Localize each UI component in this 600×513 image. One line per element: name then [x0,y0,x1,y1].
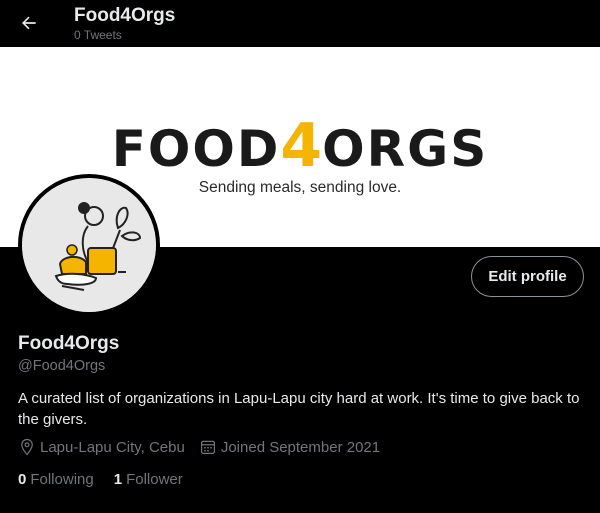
avatar-illustration [22,178,156,312]
banner-logo-right: ORGS [322,120,489,178]
location-pin-icon [21,438,33,456]
location-text: Lapu-Lapu City, Cebu [40,438,185,456]
banner-logo-left: FOOD [111,120,281,178]
joined: Joined September 2021 [199,438,380,456]
calendar-icon [200,440,215,454]
header-title: Food4Orgs [74,5,176,26]
avatar[interactable] [18,174,160,316]
back-button[interactable] [12,6,46,40]
following-count: 0 [18,471,27,488]
banner-logo-accent: 4 [280,111,323,181]
following-label: Following [30,471,94,488]
followers-link[interactable]: 1 Follower [114,471,183,488]
profile-meta: Lapu-Lapu City, Cebu Joined September 20… [18,438,394,456]
joined-text: Joined September 2021 [220,438,381,456]
following-link[interactable]: 0 Following [18,471,94,488]
tweet-count: 0 Tweets [74,28,122,42]
location: Lapu-Lapu City, Cebu [18,438,185,456]
banner-logo: FOOD4ORGS [0,111,600,181]
back-arrow-icon [22,16,36,30]
profile-handle: @Food4Orgs [18,358,106,374]
followers-label: Follower [126,471,183,488]
profile-bio: A curated list of organizations in Lapu-… [18,390,580,428]
edit-profile-button[interactable]: Edit profile [471,256,584,297]
top-bar: Food4Orgs 0 Tweets [0,0,600,47]
followers-count: 1 [113,471,123,488]
follow-stats: 0 Following 1 Follower [18,471,203,488]
profile-name: Food4Orgs [18,333,120,354]
